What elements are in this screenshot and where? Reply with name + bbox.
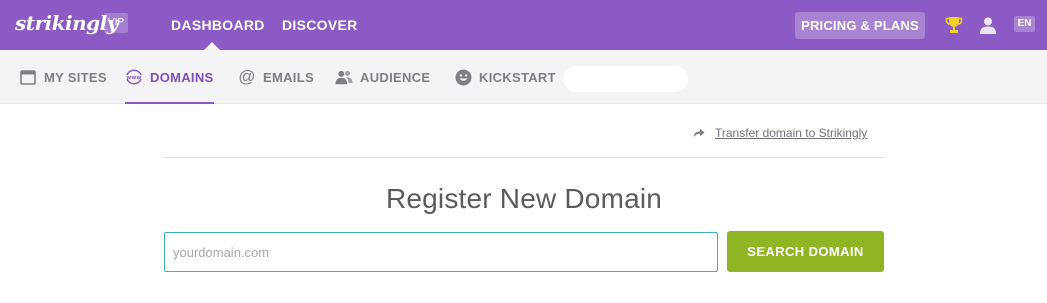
at-sign-icon: @	[238, 67, 256, 86]
active-nav-caret	[204, 42, 220, 50]
browser-window-icon	[19, 68, 37, 86]
tab-label: KICKSTART	[479, 69, 556, 85]
user-icon[interactable]	[978, 14, 998, 36]
nav-discover[interactable]: DISCOVER	[282, 0, 358, 50]
strikingly-logo[interactable]: strikingly	[15, 11, 118, 35]
tab-audience[interactable]: AUDIENCE	[335, 50, 430, 104]
tab-label: AUDIENCE	[360, 69, 431, 85]
tab-domains[interactable]: www DOMAINS	[125, 50, 214, 104]
tab-label: MY SITES	[44, 69, 107, 85]
divider	[164, 157, 884, 158]
svg-text:www: www	[126, 75, 141, 81]
domain-search-input[interactable]	[164, 232, 718, 272]
smiley-icon	[454, 68, 472, 86]
search-domain-button[interactable]: SEARCH DOMAIN	[727, 231, 884, 272]
page-title: Register New Domain	[385, 183, 663, 214]
language-selector[interactable]: EN	[1014, 16, 1035, 32]
pricing-plans-button[interactable]: PRICING & PLANS	[795, 12, 925, 39]
people-icon	[335, 68, 353, 86]
tab-kickstart[interactable]: KICKSTART	[454, 50, 556, 104]
vip-badge: VIP	[104, 13, 128, 33]
trophy-icon[interactable]	[944, 14, 964, 36]
transfer-domain-link[interactable]: Transfer domain to Strikingly	[715, 126, 867, 140]
tab-label: DOMAINS	[150, 69, 214, 85]
dashboard-subnav: MY SITES www DOMAINS @ EMAILS AUDIENCE K…	[0, 50, 1047, 104]
tab-emails[interactable]: @ EMAILS	[238, 50, 314, 104]
tab-label: EMAILS	[263, 69, 314, 85]
transfer-domain-row: Transfer domain to Strikingly	[693, 125, 867, 141]
top-navbar: strikingly VIP DASHBOARD DISCOVER PRICIN…	[0, 0, 1047, 50]
forward-arrow-icon	[693, 128, 707, 138]
www-icon: www	[125, 68, 143, 86]
blurred-tab-placeholder	[563, 66, 688, 92]
tab-my-sites[interactable]: MY SITES	[19, 50, 107, 104]
